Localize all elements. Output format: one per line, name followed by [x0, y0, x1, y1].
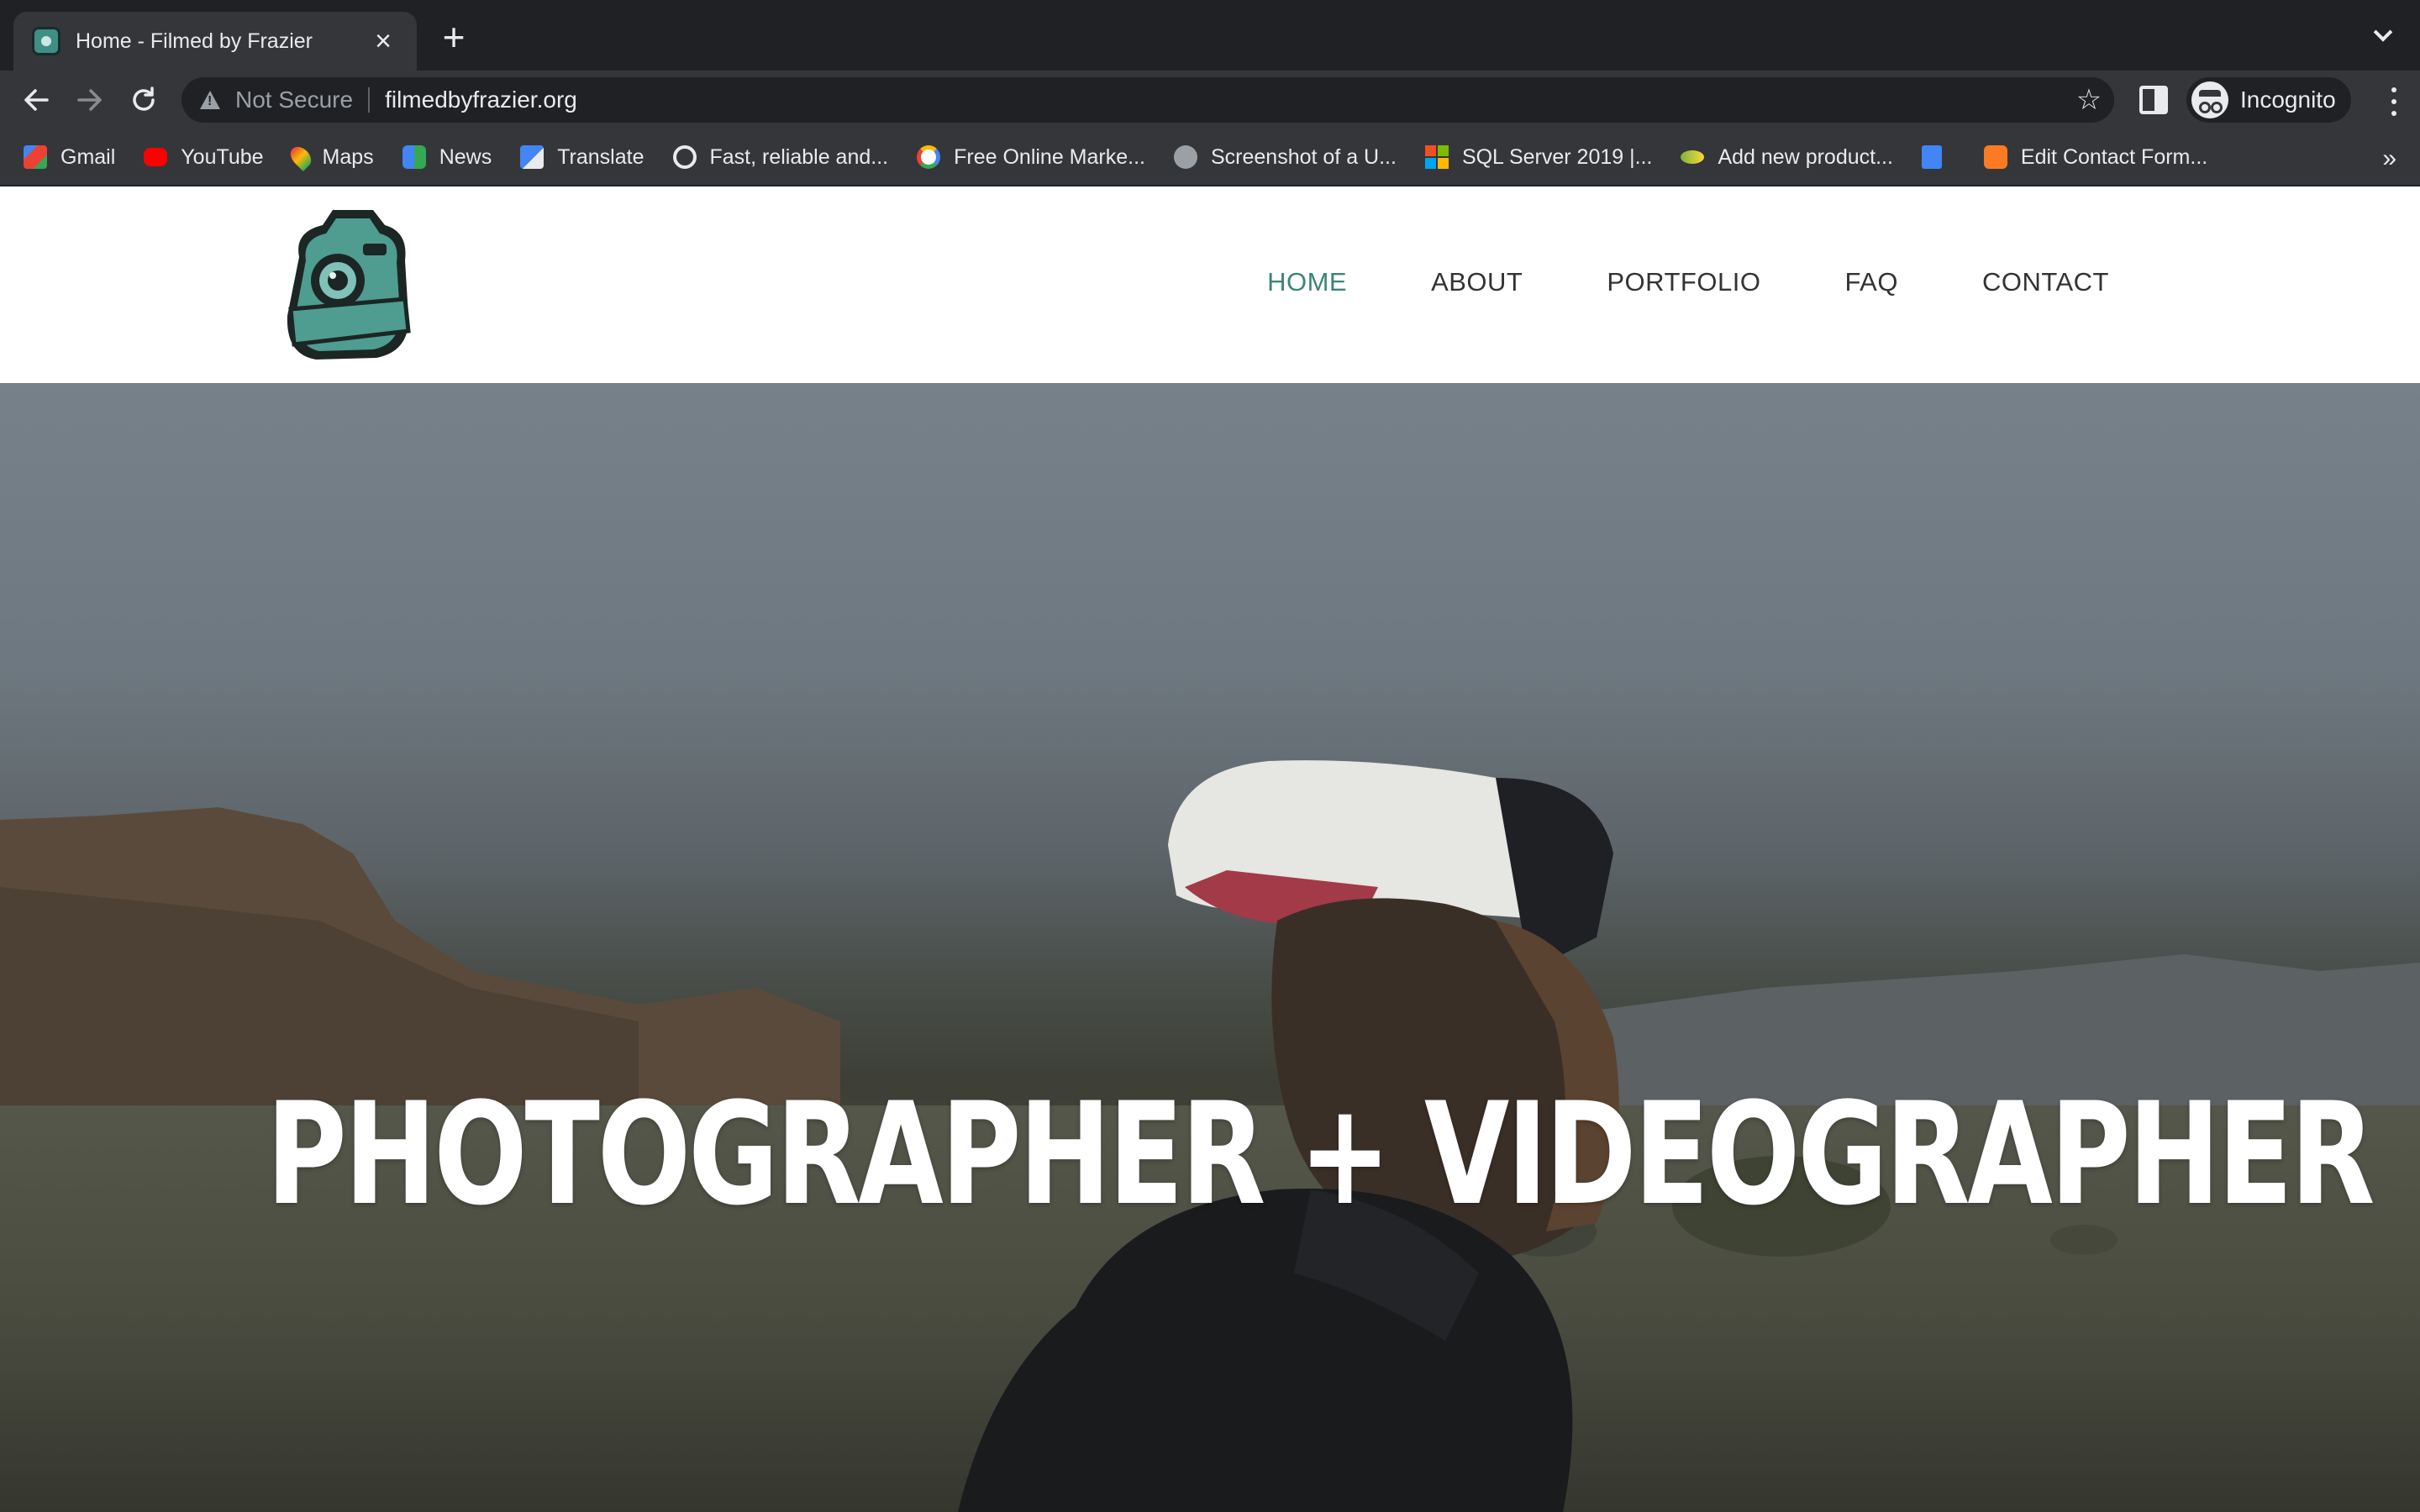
site-favicon-icon: [32, 27, 60, 55]
bookmark-edit-contact-form[interactable]: Edit Contact Form...: [1983, 144, 2208, 170]
maps-icon: [286, 143, 315, 171]
bookmark-screenshot[interactable]: Screenshot of a U...: [1173, 144, 1397, 170]
warning-icon[interactable]: [200, 91, 220, 109]
microsoft-icon: [1424, 145, 1449, 169]
forward-button[interactable]: [69, 79, 111, 121]
bookmark-sql-server[interactable]: SQL Server 2019 |...: [1424, 144, 1653, 170]
bookmark-label: Edit Contact Form...: [2020, 144, 2208, 169]
gmail-icon: [24, 145, 47, 169]
bookmark-label: SQL Server 2019 |...: [1461, 144, 1653, 169]
product-icon: [1681, 150, 1705, 164]
tab-search-button[interactable]: [2366, 20, 2400, 54]
side-panel-icon[interactable]: [2139, 86, 2168, 114]
google-icon: [917, 145, 941, 169]
profile-label: Incognito: [2240, 87, 2336, 113]
bookmark-gmail[interactable]: Gmail: [24, 145, 115, 170]
arrow-right-icon: [77, 89, 102, 111]
tab-strip: Home - Filmed by Frazier × +: [0, 0, 2420, 71]
bookmark-add-new-product[interactable]: Add new product...: [1681, 144, 1893, 170]
bookmark-label: YouTube: [181, 144, 264, 169]
tab-title: Home - Filmed by Frazier: [76, 29, 313, 53]
youtube-icon: [144, 148, 168, 166]
bookmark-free-online-marke[interactable]: Free Online Marke...: [917, 145, 1145, 170]
nav-contact[interactable]: CONTACT: [1982, 267, 2109, 297]
site-header: HOME ABOUT PORTFOLIO FAQ CONTACT: [0, 186, 2420, 383]
bookmark-youtube[interactable]: YouTube: [144, 144, 264, 170]
back-button[interactable]: [15, 79, 57, 121]
globe-icon: [1173, 145, 1197, 169]
bookmarks-bar: Gmail YouTube Maps News Translate Fast, …: [0, 129, 2420, 186]
security-label[interactable]: Not Secure: [235, 87, 353, 113]
nav-portfolio[interactable]: PORTFOLIO: [1607, 267, 1760, 297]
translate-icon: [520, 145, 544, 169]
nav-about[interactable]: ABOUT: [1431, 267, 1523, 297]
bookmark-label: Free Online Marke...: [954, 144, 1145, 169]
bookmark-star-icon[interactable]: ☆: [2064, 83, 2114, 117]
bookmark-label: Translate: [557, 144, 644, 169]
address-bar[interactable]: Not Secure filmedbyfrazier.org ☆: [182, 77, 2114, 123]
hero-section: PHOTOGRAPHER + VIDEOGRAPHER: [0, 383, 2420, 1512]
arrow-left-icon: [24, 89, 49, 111]
chevron-down-icon: [2373, 23, 2393, 42]
nav-faq[interactable]: FAQ: [1844, 267, 1898, 297]
bookmark-label: Fast, reliable and...: [709, 144, 889, 169]
nav-home[interactable]: HOME: [1267, 267, 1347, 297]
site-logo[interactable]: [282, 207, 413, 363]
camera-logo-icon: [287, 210, 411, 360]
hero-title: PHOTOGRAPHER + VIDEOGRAPHER: [266, 1072, 2375, 1236]
address-separator: [368, 87, 371, 113]
new-tab-button[interactable]: +: [435, 18, 472, 56]
bookmark-news[interactable]: News: [402, 145, 492, 170]
bookmark-label: Gmail: [60, 144, 116, 169]
news-icon: [402, 145, 426, 169]
browser-tab[interactable]: Home - Filmed by Frazier ×: [13, 12, 417, 71]
close-icon[interactable]: ×: [368, 26, 398, 56]
bookmark-label: Screenshot of a U...: [1210, 144, 1397, 169]
docs-icon: [1921, 145, 1942, 169]
bookmarks-overflow-button[interactable]: »: [2382, 144, 2396, 173]
url-text[interactable]: filmedbyfrazier.org: [385, 87, 2064, 113]
bookmark-label: News: [439, 144, 492, 169]
bookmark-translate[interactable]: Translate: [520, 145, 644, 170]
at-sign-icon: [672, 145, 697, 169]
incognito-profile-button[interactable]: Incognito: [2186, 77, 2351, 123]
browser-toolbar: Not Secure filmedbyfrazier.org ☆ Incogni…: [0, 71, 2420, 129]
xampp-icon: [1983, 145, 2007, 169]
main-nav: HOME ABOUT PORTFOLIO FAQ CONTACT: [1183, 267, 2109, 297]
web-page: HOME ABOUT PORTFOLIO FAQ CONTACT PHOTOGR…: [0, 186, 2420, 1512]
bookmark-maps[interactable]: Maps: [286, 143, 374, 171]
bookmark-docs[interactable]: [1921, 145, 1955, 169]
bookmark-label: Maps: [322, 144, 374, 169]
more-menu-icon[interactable]: [2390, 87, 2398, 116]
reload-button[interactable]: [123, 79, 165, 121]
hero-background-image: [0, 760, 2420, 1512]
incognito-icon: [2191, 81, 2228, 118]
bookmark-fast-reliable[interactable]: Fast, reliable and...: [672, 144, 889, 170]
bookmark-label: Add new product...: [1718, 144, 1893, 169]
reload-icon: [133, 87, 155, 111]
